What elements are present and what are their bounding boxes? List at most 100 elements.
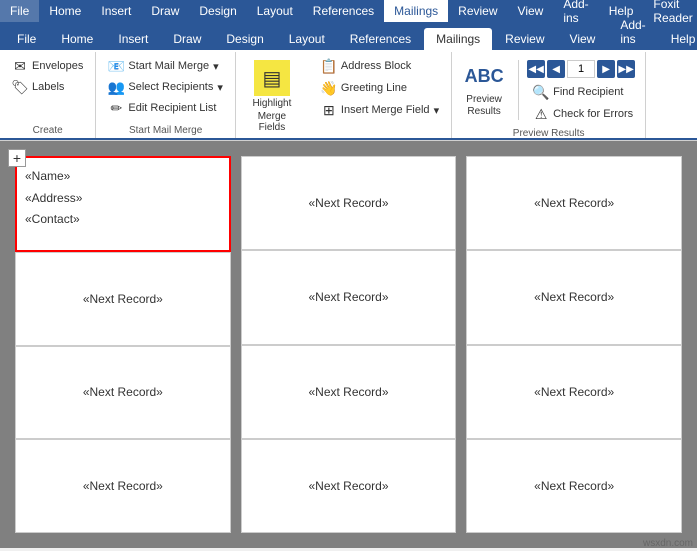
tab-draw[interactable]: Draw: [161, 28, 213, 50]
record-2-3: «Next Record»: [250, 354, 448, 430]
record-3-3: «Next Record»: [475, 354, 673, 430]
tab-mailings[interactable]: Mailings: [424, 28, 492, 50]
group-write-insert: ▤ Highlight Merge Fields 📋 Address Block…: [236, 52, 452, 138]
record-2-2: «Next Record»: [250, 259, 448, 335]
select-recipients-button[interactable]: 👥 Select Recipients ▾: [102, 77, 229, 97]
separator2: [518, 60, 519, 120]
watermark: wsxdn.com: [643, 538, 693, 549]
label-cell-1-3: «Next Record»: [15, 346, 231, 440]
dropdown-arrow2-icon: ▾: [217, 81, 223, 94]
label-cell-3-3: «Next Record»: [466, 345, 682, 439]
menu-view[interactable]: View: [508, 0, 554, 22]
write-insert-right: 📋 Address Block 👋 Greeting Line ⊞ Insert…: [315, 56, 445, 120]
preview-icon: ABC: [468, 60, 500, 92]
record-1-4: «Next Record»: [24, 448, 222, 524]
tab-file[interactable]: File: [5, 28, 48, 50]
check-errors-icon: ⚠: [533, 106, 549, 122]
nav-controls: ◀◀ ◀ ▶ ▶▶: [527, 60, 639, 78]
label-cell-2-1: «Next Record»: [241, 156, 457, 250]
highlight-button[interactable]: ▤ Highlight Merge Fields: [242, 56, 302, 137]
field-address: «Address»: [25, 188, 221, 210]
document-area: + «Name» «Address» «Contact» «Next Recor…: [0, 141, 697, 548]
envelope-icon: ✉: [12, 58, 28, 74]
label-icon: 🏷: [12, 79, 28, 95]
tab-home[interactable]: Home: [49, 28, 105, 50]
menu-references[interactable]: References: [303, 0, 384, 22]
merge-field-icon: ⊞: [321, 102, 337, 118]
nav-last-button[interactable]: ▶▶: [617, 60, 635, 78]
tab-help[interactable]: Help: [659, 28, 697, 50]
preview-results-label: Preview Results: [513, 124, 585, 139]
recipients-icon: 👥: [108, 79, 124, 95]
dropdown-arrow-icon: ▾: [213, 60, 219, 73]
tab-view[interactable]: View: [558, 28, 608, 50]
label-cell-1-4: «Next Record»: [15, 439, 231, 533]
mail-merge-icon: 📧: [108, 58, 124, 74]
tab-layout[interactable]: Layout: [277, 28, 337, 50]
nav-first-button[interactable]: ◀◀: [527, 60, 545, 78]
preview-right: ◀◀ ◀ ▶ ▶▶ 🔍 Find Recipient ⚠ Check for E…: [527, 56, 639, 124]
tab-review[interactable]: Review: [493, 28, 556, 50]
find-icon: 🔍: [533, 84, 549, 100]
preview-left: ABC Preview Results: [458, 56, 510, 124]
labels-button[interactable]: 🏷 Labels: [6, 77, 89, 97]
label-cell-3-4: «Next Record»: [466, 439, 682, 533]
record-1-3: «Next Record»: [24, 355, 222, 431]
menu-draw[interactable]: Draw: [141, 0, 189, 22]
menu-bar: File Home Insert Draw Design Layout Refe…: [0, 0, 697, 22]
write-insert-items: ▤ Highlight Merge Fields 📋 Address Block…: [242, 56, 445, 137]
field-contact: «Contact»: [25, 209, 221, 231]
nav-page-input[interactable]: [567, 60, 595, 78]
preview-results-button[interactable]: ABC Preview Results: [458, 56, 510, 122]
table-add-icon[interactable]: +: [8, 149, 26, 167]
tab-insert[interactable]: Insert: [106, 28, 160, 50]
record-3-2: «Next Record»: [475, 259, 673, 335]
menu-mailings[interactable]: Mailings: [384, 0, 448, 22]
label-cell-1-2: «Next Record»: [15, 252, 231, 346]
create-items: ✉ Envelopes 🏷 Labels: [6, 56, 89, 121]
merge-dropdown-icon: ▾: [434, 104, 440, 117]
menu-addins[interactable]: Add-ins: [553, 0, 598, 22]
edit-recipient-list-button[interactable]: ✏ Edit Recipient List: [102, 98, 229, 118]
label-cell-2-3: «Next Record»: [241, 345, 457, 439]
start-mail-merge-items: 📧 Start Mail Merge ▾ 👥 Select Recipients…: [102, 56, 229, 121]
menu-design[interactable]: Design: [189, 0, 246, 22]
group-start-mail-merge: 📧 Start Mail Merge ▾ 👥 Select Recipients…: [96, 52, 236, 138]
menu-file[interactable]: File: [0, 0, 39, 22]
highlight-icon: ▤: [254, 60, 290, 96]
preview-inner: ABC Preview Results ◀◀ ◀ ▶ ▶▶: [458, 56, 639, 124]
tab-addins[interactable]: Add-ins: [608, 14, 657, 50]
tab-bar: File Home Insert Draw Design Layout Refe…: [0, 22, 697, 50]
ribbon: File Home Insert Draw Design Layout Refe…: [0, 22, 697, 141]
label-cell-3-2: «Next Record»: [466, 250, 682, 344]
address-block-button[interactable]: 📋 Address Block: [315, 56, 445, 76]
edit-list-icon: ✏: [108, 100, 124, 116]
menu-review[interactable]: Review: [448, 0, 507, 22]
label-cell-first: «Name» «Address» «Contact»: [15, 156, 231, 252]
group-create: ✉ Envelopes 🏷 Labels Create: [0, 52, 96, 138]
label-cell-2-4: «Next Record»: [241, 439, 457, 533]
label-column-1: «Name» «Address» «Contact» «Next Record»…: [15, 156, 231, 533]
ribbon-content: ✉ Envelopes 🏷 Labels Create 📧 Start Mail…: [0, 50, 697, 140]
envelopes-button[interactable]: ✉ Envelopes: [6, 56, 89, 76]
record-1-2: «Next Record»: [24, 261, 222, 337]
nav-prev-button[interactable]: ◀: [547, 60, 565, 78]
group-preview-results: ABC Preview Results ◀◀ ◀ ▶ ▶▶: [452, 52, 646, 138]
greeting-line-button[interactable]: 👋 Greeting Line: [315, 78, 445, 98]
nav-next-button[interactable]: ▶: [597, 60, 615, 78]
insert-merge-field-button[interactable]: ⊞ Insert Merge Field ▾: [315, 100, 445, 120]
menu-home[interactable]: Home: [39, 0, 91, 22]
tab-design[interactable]: Design: [214, 28, 275, 50]
tab-references[interactable]: References: [338, 28, 423, 50]
address-block-icon: 📋: [321, 58, 337, 74]
start-mail-merge-button[interactable]: 📧 Start Mail Merge ▾: [102, 56, 229, 76]
menu-layout[interactable]: Layout: [247, 0, 303, 22]
check-for-errors-button[interactable]: ⚠ Check for Errors: [527, 104, 639, 124]
start-mail-merge-label: Start Mail Merge: [129, 121, 202, 136]
record-2-4: «Next Record»: [250, 448, 448, 524]
label-cell-3-1: «Next Record»: [466, 156, 682, 250]
menu-insert[interactable]: Insert: [91, 0, 141, 22]
find-recipient-button[interactable]: 🔍 Find Recipient: [527, 82, 639, 102]
create-label: Create: [33, 121, 63, 136]
label-column-2: «Next Record» «Next Record» «Next Record…: [241, 156, 457, 533]
